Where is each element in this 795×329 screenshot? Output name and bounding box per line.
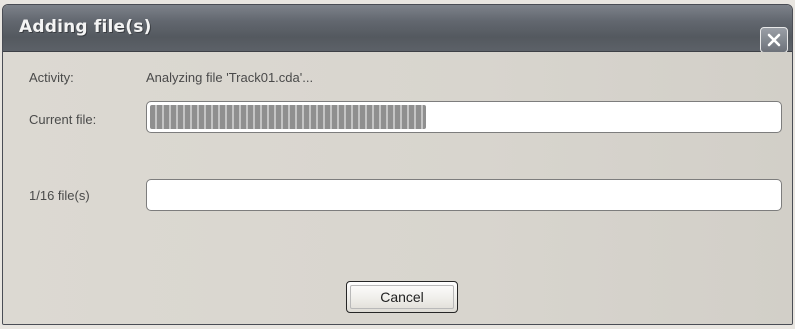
current-file-progress-fill [150,105,427,129]
cancel-button[interactable]: Cancel [346,281,458,313]
activity-status-text: Analyzing file 'Track01.cda'... [146,70,314,85]
close-icon [767,33,781,47]
cancel-button-label: Cancel [380,289,424,305]
adding-files-dialog: Adding file(s) Activity: Analyzing file … [2,4,793,325]
activity-label: Activity: [29,70,74,85]
title-bar[interactable]: Adding file(s) [3,5,792,53]
close-button[interactable] [760,27,788,53]
dialog-title: Adding file(s) [19,17,152,37]
file-count-label: 1/16 file(s) [29,188,90,203]
current-file-label: Current file: [29,112,97,127]
current-file-progress-bar [146,101,782,133]
total-progress-bar [146,179,782,211]
dialog-body: Activity: Analyzing file 'Track01.cda'..… [3,52,792,324]
